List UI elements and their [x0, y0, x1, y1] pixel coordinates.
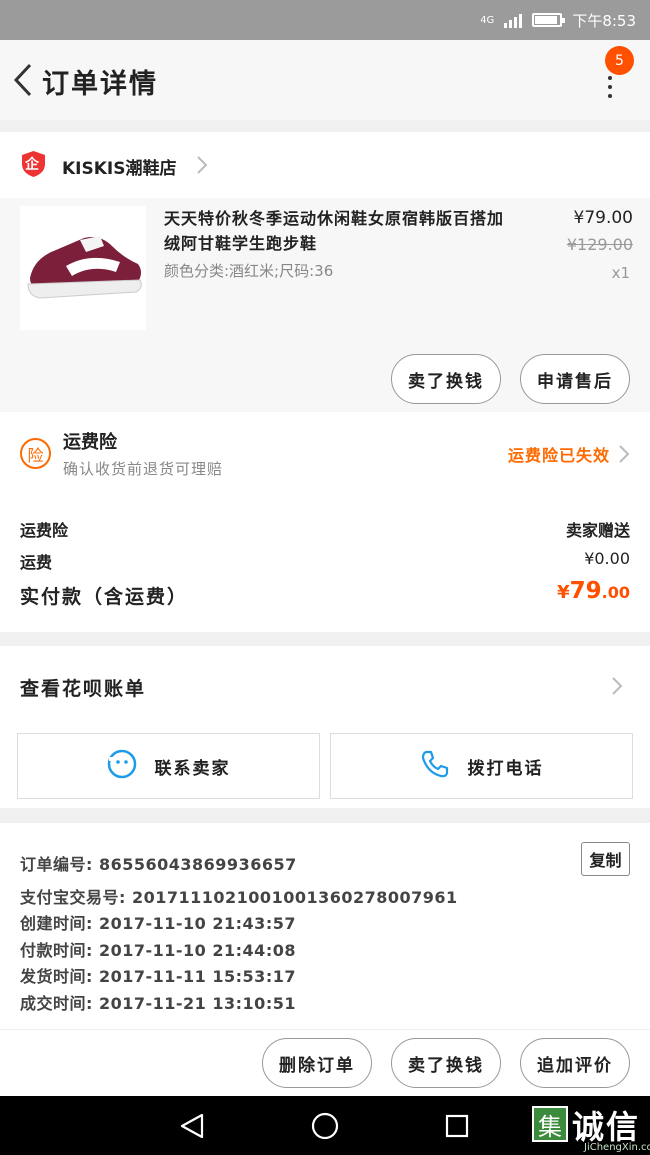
- network-label: 4G: [480, 14, 495, 26]
- product-original-price: ¥129.00: [566, 235, 633, 254]
- page-title: 订单详情: [42, 69, 158, 100]
- delete-order-button[interactable]: 删除订单: [262, 1038, 372, 1088]
- product-quantity: x1: [611, 264, 630, 282]
- total-amount: ¥79.00: [557, 578, 630, 604]
- notification-badge: 5: [605, 46, 634, 75]
- after-sales-button[interactable]: 申请售后: [520, 354, 630, 404]
- bill-section: 查看花呗账单 联系卖家 拨打电话: [0, 646, 650, 808]
- shipped-time: 发货时间: 2017-11-11 15:53:17: [20, 967, 296, 986]
- signal-icon: [504, 12, 523, 28]
- product-title[interactable]: 天天特价秋冬季运动休闲鞋女原宿韩版百搭加绒阿甘鞋学生跑步鞋: [164, 206, 514, 256]
- contact-seller-label: 联系卖家: [154, 758, 231, 779]
- sell-button[interactable]: 卖了换钱: [391, 354, 501, 404]
- order-number: 订单编号: 86556043869936657: [20, 855, 297, 874]
- alipay-trade-number: 支付宝交易号: 2017111021001001360278007961: [20, 888, 458, 907]
- fee-value: 卖家赠送: [565, 521, 630, 540]
- order-info-section: 订单编号: 86556043869936657 复制 支付宝交易号: 20171…: [0, 823, 650, 1029]
- watermark-logo: 集 诚信 JiChengXin.com: [532, 1100, 650, 1155]
- back-arrow-icon[interactable]: [8, 62, 38, 98]
- nav-back-icon[interactable]: [176, 1110, 208, 1142]
- status-bar: 4G 下午8:53: [0, 0, 650, 40]
- status-time: 下午8:53: [572, 11, 636, 30]
- chat-face-icon: [107, 749, 137, 784]
- phone-icon: [420, 749, 450, 784]
- created-time: 创建时间: 2017-11-10 21:43:57: [20, 914, 296, 933]
- fee-value: ¥0.00: [584, 549, 630, 568]
- order-item[interactable]: 天天特价秋冬季运动休闲鞋女原宿韩版百搭加绒阿甘鞋学生跑步鞋 颜色分类:酒红米;尺…: [0, 198, 650, 412]
- insurance-status[interactable]: 运费险已失效: [508, 442, 610, 466]
- chevron-right-icon: [196, 155, 208, 175]
- product-sku: 颜色分类:酒红米;尺码:36: [164, 262, 334, 280]
- bottom-action-bar: 删除订单 卖了换钱 追加评价: [0, 1030, 650, 1096]
- nav-recent-icon[interactable]: [441, 1110, 473, 1142]
- chevron-right-icon: [611, 676, 623, 696]
- add-review-button[interactable]: 追加评价: [520, 1038, 630, 1088]
- top-nav: 订单详情: [0, 40, 650, 120]
- sell-button[interactable]: 卖了换钱: [391, 1038, 501, 1088]
- completed-time: 成交时间: 2017-11-21 13:10:51: [20, 994, 296, 1013]
- chevron-right-icon: [618, 444, 630, 464]
- shop-name[interactable]: KISKIS潮鞋店: [62, 154, 176, 179]
- fee-label: 运费险: [20, 521, 69, 540]
- shop-badge-icon: 企: [21, 150, 46, 178]
- total-label: 实付款（含运费）: [20, 586, 189, 608]
- contact-seller-button[interactable]: 联系卖家: [17, 733, 320, 799]
- call-button[interactable]: 拨打电话: [330, 733, 633, 799]
- copy-button[interactable]: 复制: [581, 842, 630, 876]
- paid-time: 付款时间: 2017-11-10 21:44:08: [20, 941, 296, 960]
- insurance-title: 运费险: [63, 432, 117, 453]
- shop-row[interactable]: 企 KISKIS潮鞋店: [0, 132, 650, 198]
- fee-label: 运费: [20, 553, 53, 572]
- product-image[interactable]: [20, 206, 146, 330]
- view-bill-link[interactable]: 查看花呗账单: [20, 674, 146, 701]
- fee-section: 险 运费险 确认收货前退货可理赔 运费险已失效 运费险 卖家赠送 运费 ¥0.0…: [0, 412, 650, 632]
- product-price: ¥79.00: [573, 208, 633, 228]
- insurance-subtitle: 确认收货前退货可理赔: [63, 460, 224, 478]
- insurance-icon: 险: [20, 438, 51, 469]
- call-label: 拨打电话: [467, 758, 544, 779]
- battery-icon: [532, 13, 566, 27]
- nav-home-icon[interactable]: [309, 1110, 341, 1142]
